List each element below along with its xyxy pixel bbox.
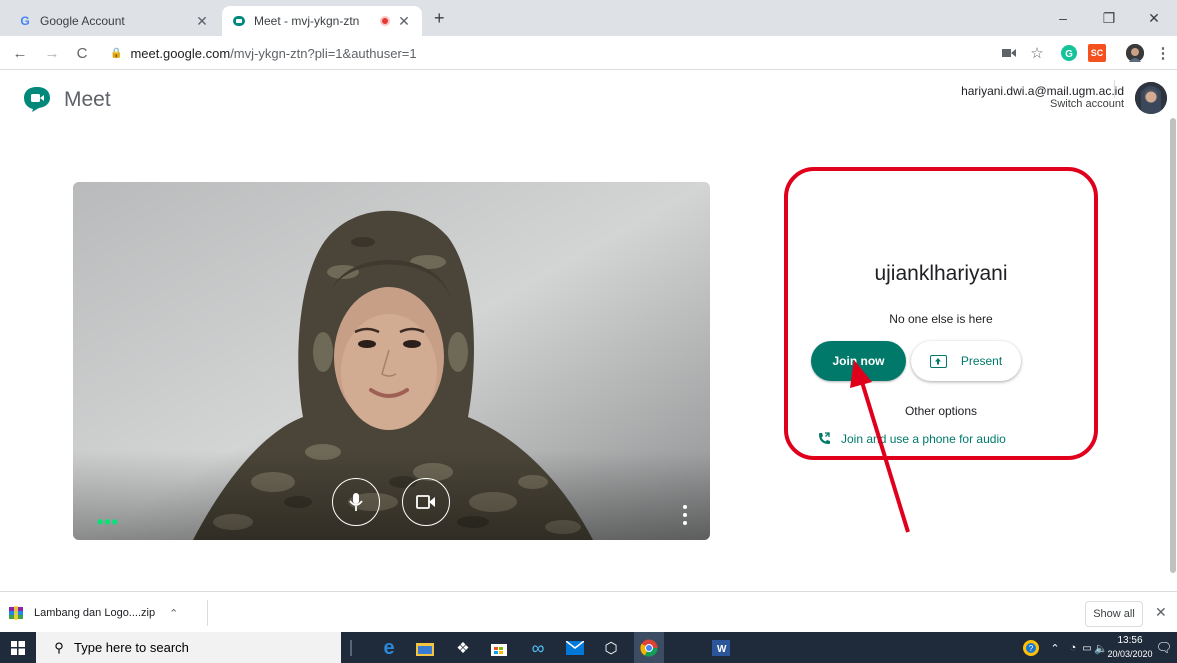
windows-taskbar: ⚲ Type here to search e ❖ ∞ ⬡ W ? ⌃ ◔ ▭ … <box>0 632 1177 663</box>
video-camera-icon <box>416 495 435 509</box>
windows-logo-icon <box>11 640 25 655</box>
download-item[interactable]: Lambang dan Logo....zip ⌃ <box>8 600 178 626</box>
meet-icon <box>232 14 246 28</box>
microphone-icon <box>349 493 363 511</box>
taskbar-search[interactable]: ⚲ Type here to search <box>36 632 341 663</box>
camera-feed <box>73 182 710 540</box>
file-explorer-icon[interactable] <box>414 637 436 659</box>
archive-file-icon <box>9 606 23 620</box>
camera-toggle-button[interactable] <box>402 478 450 526</box>
present-label: Present <box>960 354 1003 368</box>
video-options-dots-icon[interactable]: ••• <box>97 512 119 533</box>
show-all-button[interactable]: Show all <box>1085 601 1143 627</box>
maximize-button[interactable]: ❐ <box>1086 4 1132 32</box>
3d-viewer-icon[interactable]: ⬡ <box>600 637 622 659</box>
svg-text:W: W <box>717 644 727 655</box>
present-button[interactable]: Present <box>911 341 1021 381</box>
url-path: /mvj-ykgn-ztn?pli=1&authuser=1 <box>230 45 417 61</box>
start-button[interactable] <box>0 632 36 663</box>
profile-icon[interactable] <box>1126 44 1144 62</box>
new-tab-button[interactable]: + <box>434 8 445 29</box>
url-host: meet.google.com <box>130 45 231 61</box>
lock-icon: 🔒 <box>110 47 123 59</box>
taskbar-divider <box>350 640 352 656</box>
recording-indicator-icon <box>380 16 390 26</box>
tab-meet[interactable]: Meet - mvj-ykgn-ztn ✕ <box>222 6 422 36</box>
extension-sc-icon[interactable]: SC <box>1088 44 1106 62</box>
close-download-bar-icon[interactable]: ✕ <box>1155 604 1167 621</box>
more-options-icon[interactable] <box>681 505 689 525</box>
present-screen-icon <box>929 354 947 368</box>
reload-icon[interactable]: C <box>72 43 92 63</box>
phone-forward-icon <box>819 432 830 444</box>
microphone-button[interactable] <box>332 478 380 526</box>
svg-text:G: G <box>1065 49 1073 60</box>
word-icon[interactable]: W <box>710 637 732 659</box>
back-arrow-icon[interactable]: ← <box>10 43 30 63</box>
grammarly-icon[interactable]: G <box>1060 44 1078 62</box>
search-icon: ⚲ <box>54 639 64 655</box>
notification-icon[interactable]: 🗨 <box>1153 637 1175 659</box>
tab-close-icon[interactable]: ✕ <box>194 13 210 30</box>
forward-arrow-icon[interactable]: → <box>42 43 62 63</box>
app-name: Meet <box>64 88 111 111</box>
download-bar: Lambang dan Logo....zip ⌃ Show all ✕ <box>0 591 1177 632</box>
infinity-icon[interactable]: ∞ <box>527 637 549 659</box>
help-icon[interactable]: ? <box>1020 637 1042 659</box>
star-icon[interactable]: ☆ <box>1028 44 1046 62</box>
clock-time[interactable]: 13:56 <box>1108 635 1152 646</box>
search-placeholder: Type here to search <box>74 640 189 655</box>
chrome-icon[interactable] <box>634 632 664 663</box>
meeting-name: ujianklhariyani <box>874 262 1008 285</box>
dropbox-icon[interactable]: ❖ <box>452 637 474 659</box>
edge-icon[interactable]: e <box>378 637 400 659</box>
participants-status: No one else is here <box>889 312 993 326</box>
address-bar[interactable]: 🔒 meet.google.com/mvj-ykgn-ztn?pli=1&aut… <box>110 42 980 64</box>
close-window-button[interactable]: ✕ <box>1131 4 1177 32</box>
annotation-arrow <box>850 360 910 533</box>
browser-toolbar: ← → C 🔒 meet.google.com/mvj-ykgn-ztn?pli… <box>0 36 1177 98</box>
store-icon[interactable] <box>488 637 510 659</box>
switch-account-link[interactable]: Switch account <box>1050 98 1124 110</box>
download-file-name: Lambang dan Logo....zip <box>34 607 156 619</box>
clock-date[interactable]: 20/03/2020 <box>1105 649 1155 659</box>
avatar[interactable] <box>1135 82 1167 114</box>
minimize-button[interactable]: – <box>1040 4 1086 32</box>
menu-icon[interactable]: ⋮ <box>1154 44 1172 62</box>
mail-icon[interactable] <box>564 637 586 659</box>
google-g-icon: G <box>20 14 30 28</box>
tab-close-icon[interactable]: ✕ <box>396 13 412 30</box>
svg-text:?: ? <box>1029 644 1034 653</box>
browser-tab-strip: G Google Account ✕ Meet - mvj-ykgn-ztn ✕… <box>0 0 1177 36</box>
camera-icon[interactable] <box>1000 44 1018 62</box>
download-divider <box>207 600 208 626</box>
meet-logo-icon <box>24 87 50 112</box>
account-email: hariyani.dwi.a@mail.ugm.ac.id <box>961 84 1124 98</box>
tab-google-account[interactable]: G Google Account ✕ <box>8 6 220 36</box>
other-options-heading: Other options <box>904 404 978 418</box>
chevron-up-icon[interactable]: ⌃ <box>169 607 178 620</box>
video-preview <box>73 182 710 540</box>
page-scrollbar[interactable] <box>1170 118 1176 573</box>
tab-title: Google Account <box>40 14 125 28</box>
tab-title: Meet - mvj-ykgn-ztn <box>254 14 360 28</box>
